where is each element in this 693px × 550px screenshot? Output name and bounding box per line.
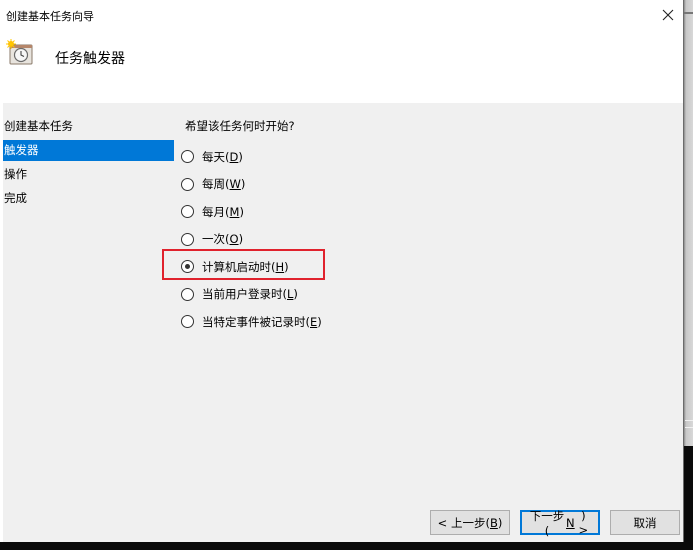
accelerator-key: N: [566, 515, 575, 530]
next-label: 下一步(: [529, 508, 565, 538]
radio-label-text: 当特定事件被记录时: [202, 314, 306, 329]
accelerator-key: M: [229, 204, 240, 219]
accelerator-key: L: [287, 287, 294, 302]
page-title: 任务触发器: [55, 51, 125, 67]
radio-button[interactable]: [181, 150, 194, 164]
accelerator-key: H: [275, 259, 285, 274]
sidebar-item-trigger[interactable]: 触发器: [3, 140, 174, 161]
next-suffix: ) >: [578, 508, 589, 537]
radio-label-text: 每天: [202, 149, 225, 164]
sidebar-item-create-basic-task[interactable]: 创建基本任务: [3, 116, 174, 137]
radio-weekly[interactable]: 每周(W): [179, 171, 683, 199]
radio-event-logged[interactable]: 当特定事件被记录时(E): [179, 308, 683, 336]
radio-label-text: 当前用户登录时: [202, 287, 283, 302]
radio-label-text: 计算机启动时: [202, 259, 271, 274]
back-suffix: ): [497, 515, 503, 530]
radio-button[interactable]: [181, 177, 194, 191]
accelerator-key: D: [229, 149, 239, 164]
clock-task-icon: [6, 39, 33, 65]
cancel-button[interactable]: 取消: [610, 510, 680, 535]
close-button[interactable]: [653, 0, 683, 30]
question-label: 希望该任务何时开始?: [185, 119, 295, 133]
wizard-steps-sidebar: 创建基本任务 触发器 操作 完成: [3, 116, 174, 212]
radio-button[interactable]: [181, 205, 194, 219]
background-window-line: [684, 12, 693, 14]
title-bar: 创建基本任务向导: [0, 0, 683, 30]
radio-monthly[interactable]: 每月(M): [179, 198, 683, 226]
window-title: 创建基本任务向导: [6, 10, 94, 23]
wizard-body: 创建基本任务 触发器 操作 完成 希望该任务何时开始? 每天(D) 每周(W) …: [3, 103, 683, 542]
background-window-edge: [684, 0, 693, 446]
accelerator-key: E: [310, 314, 318, 329]
next-button[interactable]: 下一步(N) >: [520, 508, 600, 538]
radio-button[interactable]: [181, 287, 194, 301]
radio-computer-startup[interactable]: 计算机启动时(H): [179, 253, 683, 281]
radio-label-text: 每周: [202, 177, 225, 192]
background-window-grip: [685, 420, 693, 428]
radio-daily[interactable]: 每天(D): [179, 143, 683, 171]
wizard-header: 任务触发器: [0, 30, 683, 103]
radio-user-logon[interactable]: 当前用户登录时(L): [179, 281, 683, 309]
radio-button[interactable]: [181, 232, 194, 246]
accelerator-key: B: [489, 515, 498, 530]
trigger-radio-group: 每天(D) 每周(W) 每月(M) 一次(O) 计算机启动时(H) 当前用户登录…: [179, 143, 683, 336]
sidebar-item-action[interactable]: 操作: [3, 164, 174, 185]
radio-label-text: 一次: [202, 232, 225, 247]
back-label: < 上一步(: [437, 515, 490, 530]
accelerator-key: O: [229, 232, 239, 247]
radio-label-text: 每月: [202, 204, 225, 219]
radio-button-checked[interactable]: [181, 260, 194, 274]
sidebar-item-finish[interactable]: 完成: [3, 188, 174, 209]
close-icon: [662, 9, 674, 21]
create-basic-task-wizard-dialog: 创建基本任务向导 任务触发器 创建基本任务 触发器 操作 完成 希望该任务何时开…: [0, 0, 684, 542]
radio-one-time[interactable]: 一次(O): [179, 226, 683, 254]
radio-button[interactable]: [181, 315, 194, 329]
trigger-content: 希望该任务何时开始? 每天(D) 每周(W) 每月(M) 一次(O) 计算机启动…: [179, 116, 683, 336]
back-button[interactable]: < 上一步(B): [430, 510, 510, 535]
accelerator-key: W: [229, 177, 241, 192]
